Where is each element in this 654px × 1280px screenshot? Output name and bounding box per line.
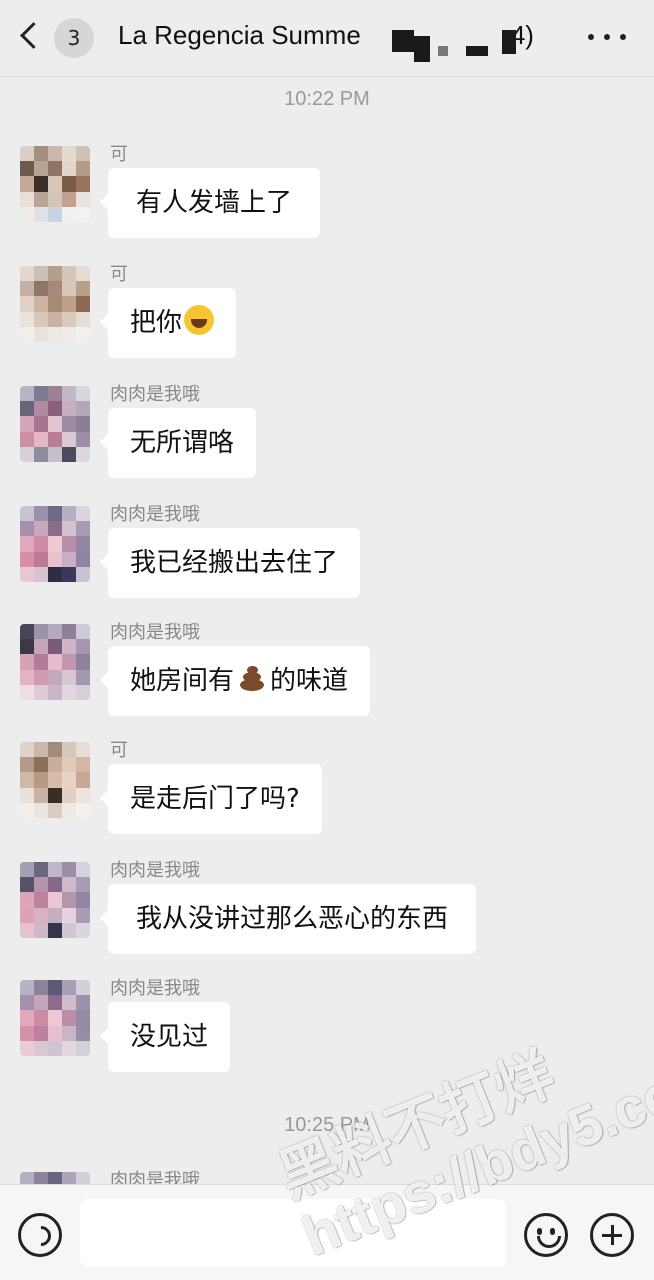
voice-icon[interactable] [18, 1213, 62, 1257]
smiley-eye [550, 1228, 555, 1235]
sender-name: 肉肉是我哦 [110, 384, 200, 405]
message-bubble[interactable]: 是走后门了吗? [100, 764, 322, 834]
message-text: 是走后门了吗? [130, 784, 300, 814]
more-dots-icon [620, 34, 626, 40]
message-bubble[interactable]: 有人发墙上了 [99, 168, 321, 238]
sender-name: 肉肉是我哦 [110, 860, 200, 881]
sender-name: 肉肉是我哦 [110, 622, 200, 643]
sender-name: 可 [110, 144, 128, 165]
smiley-icon[interactable] [524, 1213, 568, 1257]
timestamp: 10:22 PM [284, 88, 370, 110]
sender-name: 可 [110, 264, 128, 285]
poop-emoji [236, 663, 268, 693]
chat-title-text: La Regencia Summe [118, 20, 361, 50]
title-redaction [502, 30, 516, 54]
timestamp: 10:25 PM [284, 1114, 370, 1136]
message-row: 肉肉是我哦 无所谓咯 [0, 384, 654, 496]
avatar[interactable] [20, 266, 90, 342]
smiley-mouth [537, 1236, 561, 1248]
message-row: 肉肉是我哦 没见过 [0, 978, 654, 1090]
message-text: 我已经搬出去住了 [130, 548, 339, 578]
more-options-button[interactable] [586, 24, 630, 48]
message-row: 肉肉是我哦 我从没讲过那么恶心的东西 [0, 860, 654, 972]
message-input[interactable] [80, 1199, 506, 1267]
avatar[interactable] [20, 386, 90, 462]
avatar[interactable] [20, 980, 90, 1056]
smiley-eye [537, 1228, 542, 1235]
message-bubble[interactable]: 把你 [99, 288, 237, 358]
more-dots-icon [604, 34, 610, 40]
avatar[interactable] [20, 862, 90, 938]
message-row: 可 有人发墙上了 [0, 144, 654, 256]
message-bubble[interactable]: 无所谓咯 [99, 408, 257, 478]
title-redaction [438, 46, 448, 56]
tears-of-joy-emoji [184, 305, 215, 335]
message-text: 无所谓咯 [130, 428, 235, 458]
title-redaction [466, 46, 488, 56]
chat-screen: 3 La Regencia Summe4) 10:22 PM 可 有人发墙上了 [0, 0, 654, 1280]
plus-circle-icon[interactable] [590, 1213, 634, 1257]
message-bubble[interactable]: 我从没讲过那么恶心的东西 [99, 884, 477, 954]
message-text: 我从没讲过那么恶心的东西 [136, 904, 449, 934]
sender-name: 可 [110, 740, 128, 761]
back-button[interactable]: 3 [18, 18, 98, 60]
message-row: 可 把你 [0, 264, 654, 376]
sender-name: 肉肉是我哦 [110, 978, 200, 999]
avatar[interactable] [20, 506, 90, 582]
sender-name: 肉肉是我哦 [110, 504, 200, 525]
avatar[interactable] [20, 624, 90, 700]
message-row: 可 是走后门了吗? [0, 740, 654, 852]
message-bubble[interactable]: 她房间有 的味道 [99, 646, 371, 716]
title-redaction [414, 36, 430, 62]
title-redaction [392, 30, 414, 52]
message-text: 有人发墙上了 [136, 188, 293, 218]
avatar[interactable] [20, 742, 90, 818]
message-text: 没见过 [130, 1022, 209, 1052]
chevron-left-icon [20, 22, 47, 49]
composer-bar [0, 1184, 654, 1280]
message-bubble[interactable]: 没见过 [99, 1002, 231, 1072]
message-row: 肉肉是我哦 她房间有 的味道 [0, 622, 654, 734]
message-text-before: 她房间有 [130, 666, 235, 696]
more-dots-icon [588, 34, 594, 40]
unread-count-badge: 3 [54, 18, 94, 58]
message-text: 把你 [130, 308, 183, 338]
avatar[interactable] [20, 146, 90, 222]
message-row: 肉肉是我哦 我已经搬出去住了 [0, 504, 654, 616]
message-text-after: 的味道 [270, 666, 349, 696]
message-bubble[interactable]: 我已经搬出去住了 [99, 528, 361, 598]
chat-header: 3 La Regencia Summe 4) [0, 0, 654, 77]
